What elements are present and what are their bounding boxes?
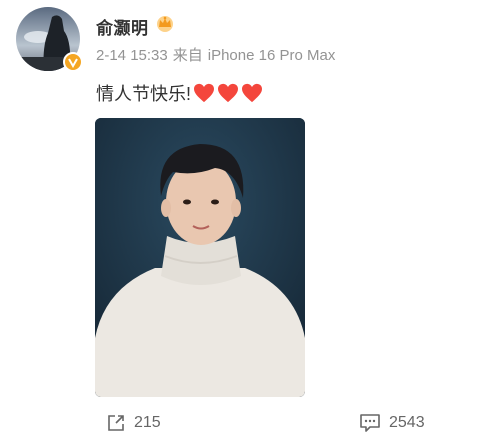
post-photo[interactable] xyxy=(95,118,305,397)
post-text: 情人节快乐! xyxy=(96,80,263,106)
comment-icon xyxy=(360,414,380,432)
post-time[interactable]: 2-14 15:33 xyxy=(96,47,168,64)
share-icon xyxy=(108,415,124,431)
comment-count: 2543 xyxy=(389,414,425,431)
crown-icon xyxy=(157,16,173,32)
post-meta: 2-14 15:33 来自 iPhone 16 Pro Max xyxy=(96,44,340,65)
heart-icon xyxy=(194,83,215,103)
comment-button[interactable]: 2543 xyxy=(359,413,425,433)
repost-button[interactable]: 215 xyxy=(106,413,161,433)
source-prefix: 来自 xyxy=(172,47,203,64)
heart-icon xyxy=(242,83,263,103)
username[interactable]: 俞灏明 xyxy=(96,14,149,39)
heart-icon xyxy=(218,83,239,103)
verified-badge-icon xyxy=(63,52,83,72)
post-text-content: 情人节快乐! xyxy=(96,84,192,104)
repost-count: 215 xyxy=(134,414,161,431)
source-device: iPhone 16 Pro Max xyxy=(207,47,336,64)
